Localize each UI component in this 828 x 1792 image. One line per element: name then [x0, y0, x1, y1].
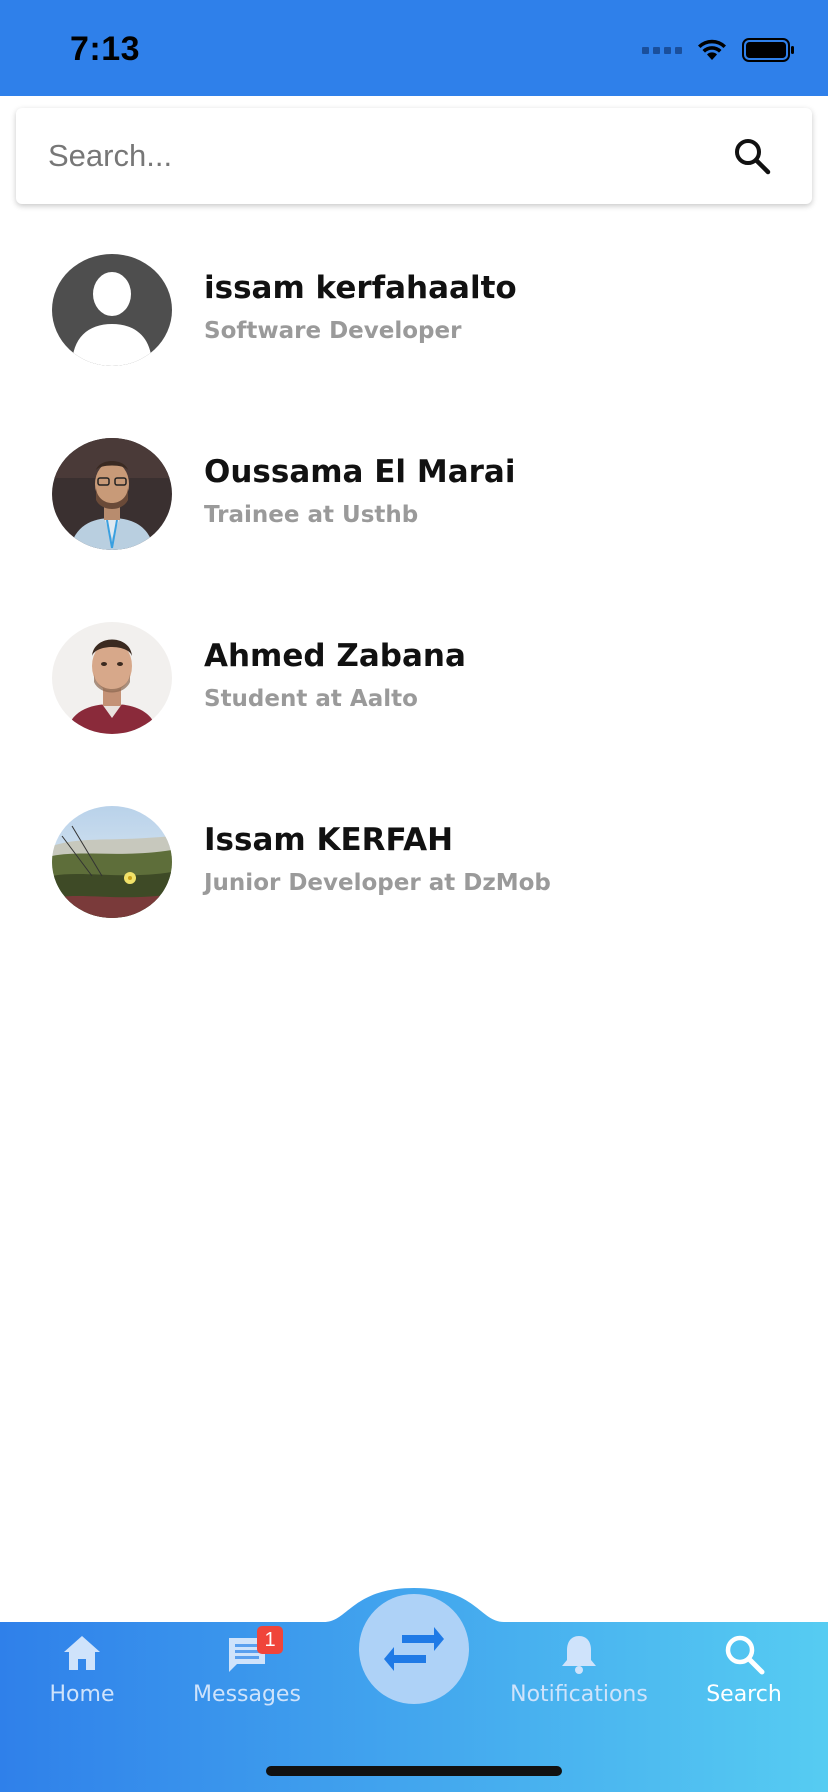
nav-notifications[interactable]: Notifications [504, 1632, 654, 1732]
home-icon [60, 1632, 104, 1676]
nav-label: Notifications [510, 1682, 648, 1707]
search-input[interactable] [48, 128, 688, 184]
contact-title: Junior Developer at DzMob [204, 870, 551, 896]
status-icons [642, 36, 796, 64]
swap-button[interactable] [359, 1594, 469, 1704]
profile-photo [52, 806, 172, 918]
home-indicator [266, 1766, 562, 1776]
nav-label: Home [49, 1682, 115, 1707]
unread-badge: 1 [257, 1626, 283, 1654]
list-item[interactable]: Oussama El Marai Trainee at Usthb [0, 424, 828, 608]
contact-title: Software Developer [204, 318, 462, 344]
search-button[interactable] [732, 136, 772, 176]
nav-messages[interactable]: 1 Messages [172, 1626, 322, 1732]
list-item[interactable]: issam kerfahaalto Software Developer [0, 240, 828, 424]
search-icon [722, 1632, 766, 1676]
avatar [52, 254, 172, 366]
nav-search[interactable]: Search [669, 1632, 819, 1732]
contact-name: issam kerfahaalto [204, 270, 517, 306]
nav-home[interactable]: Home [7, 1632, 157, 1732]
default-avatar-icon [52, 254, 172, 366]
status-bar: 7:13 [0, 0, 828, 96]
list-item[interactable]: Ahmed Zabana Student at Aalto [0, 608, 828, 792]
contact-title: Trainee at Usthb [204, 502, 419, 528]
nav-label: Search [706, 1682, 782, 1707]
avatar [52, 438, 172, 550]
cellular-signal-icon [642, 46, 682, 54]
swap-arrows-icon [384, 1627, 444, 1671]
message-icon: 1 [225, 1626, 283, 1676]
avatar [52, 622, 172, 734]
contact-name: Ahmed Zabana [204, 638, 466, 674]
wifi-icon [698, 39, 726, 60]
contact-name: Issam KERFAH [204, 822, 454, 858]
contact-list: issam kerfahaalto Software Developer Ous… [0, 240, 828, 976]
list-item[interactable]: Issam KERFAH Junior Developer at DzMob [0, 792, 828, 976]
search-bar [16, 108, 812, 204]
contact-title: Student at Aalto [204, 686, 418, 712]
avatar [52, 806, 172, 918]
profile-photo [52, 622, 172, 734]
screen: 7:13 Search... issam kerfahaalto Softwar… [0, 0, 828, 1792]
nav-label: Messages [193, 1682, 301, 1707]
profile-photo [52, 438, 172, 550]
search-icon [735, 139, 771, 175]
bell-icon [557, 1632, 601, 1676]
status-time: 7:13 [70, 30, 141, 68]
battery-icon [742, 38, 794, 62]
contact-name: Oussama El Marai [204, 454, 516, 490]
